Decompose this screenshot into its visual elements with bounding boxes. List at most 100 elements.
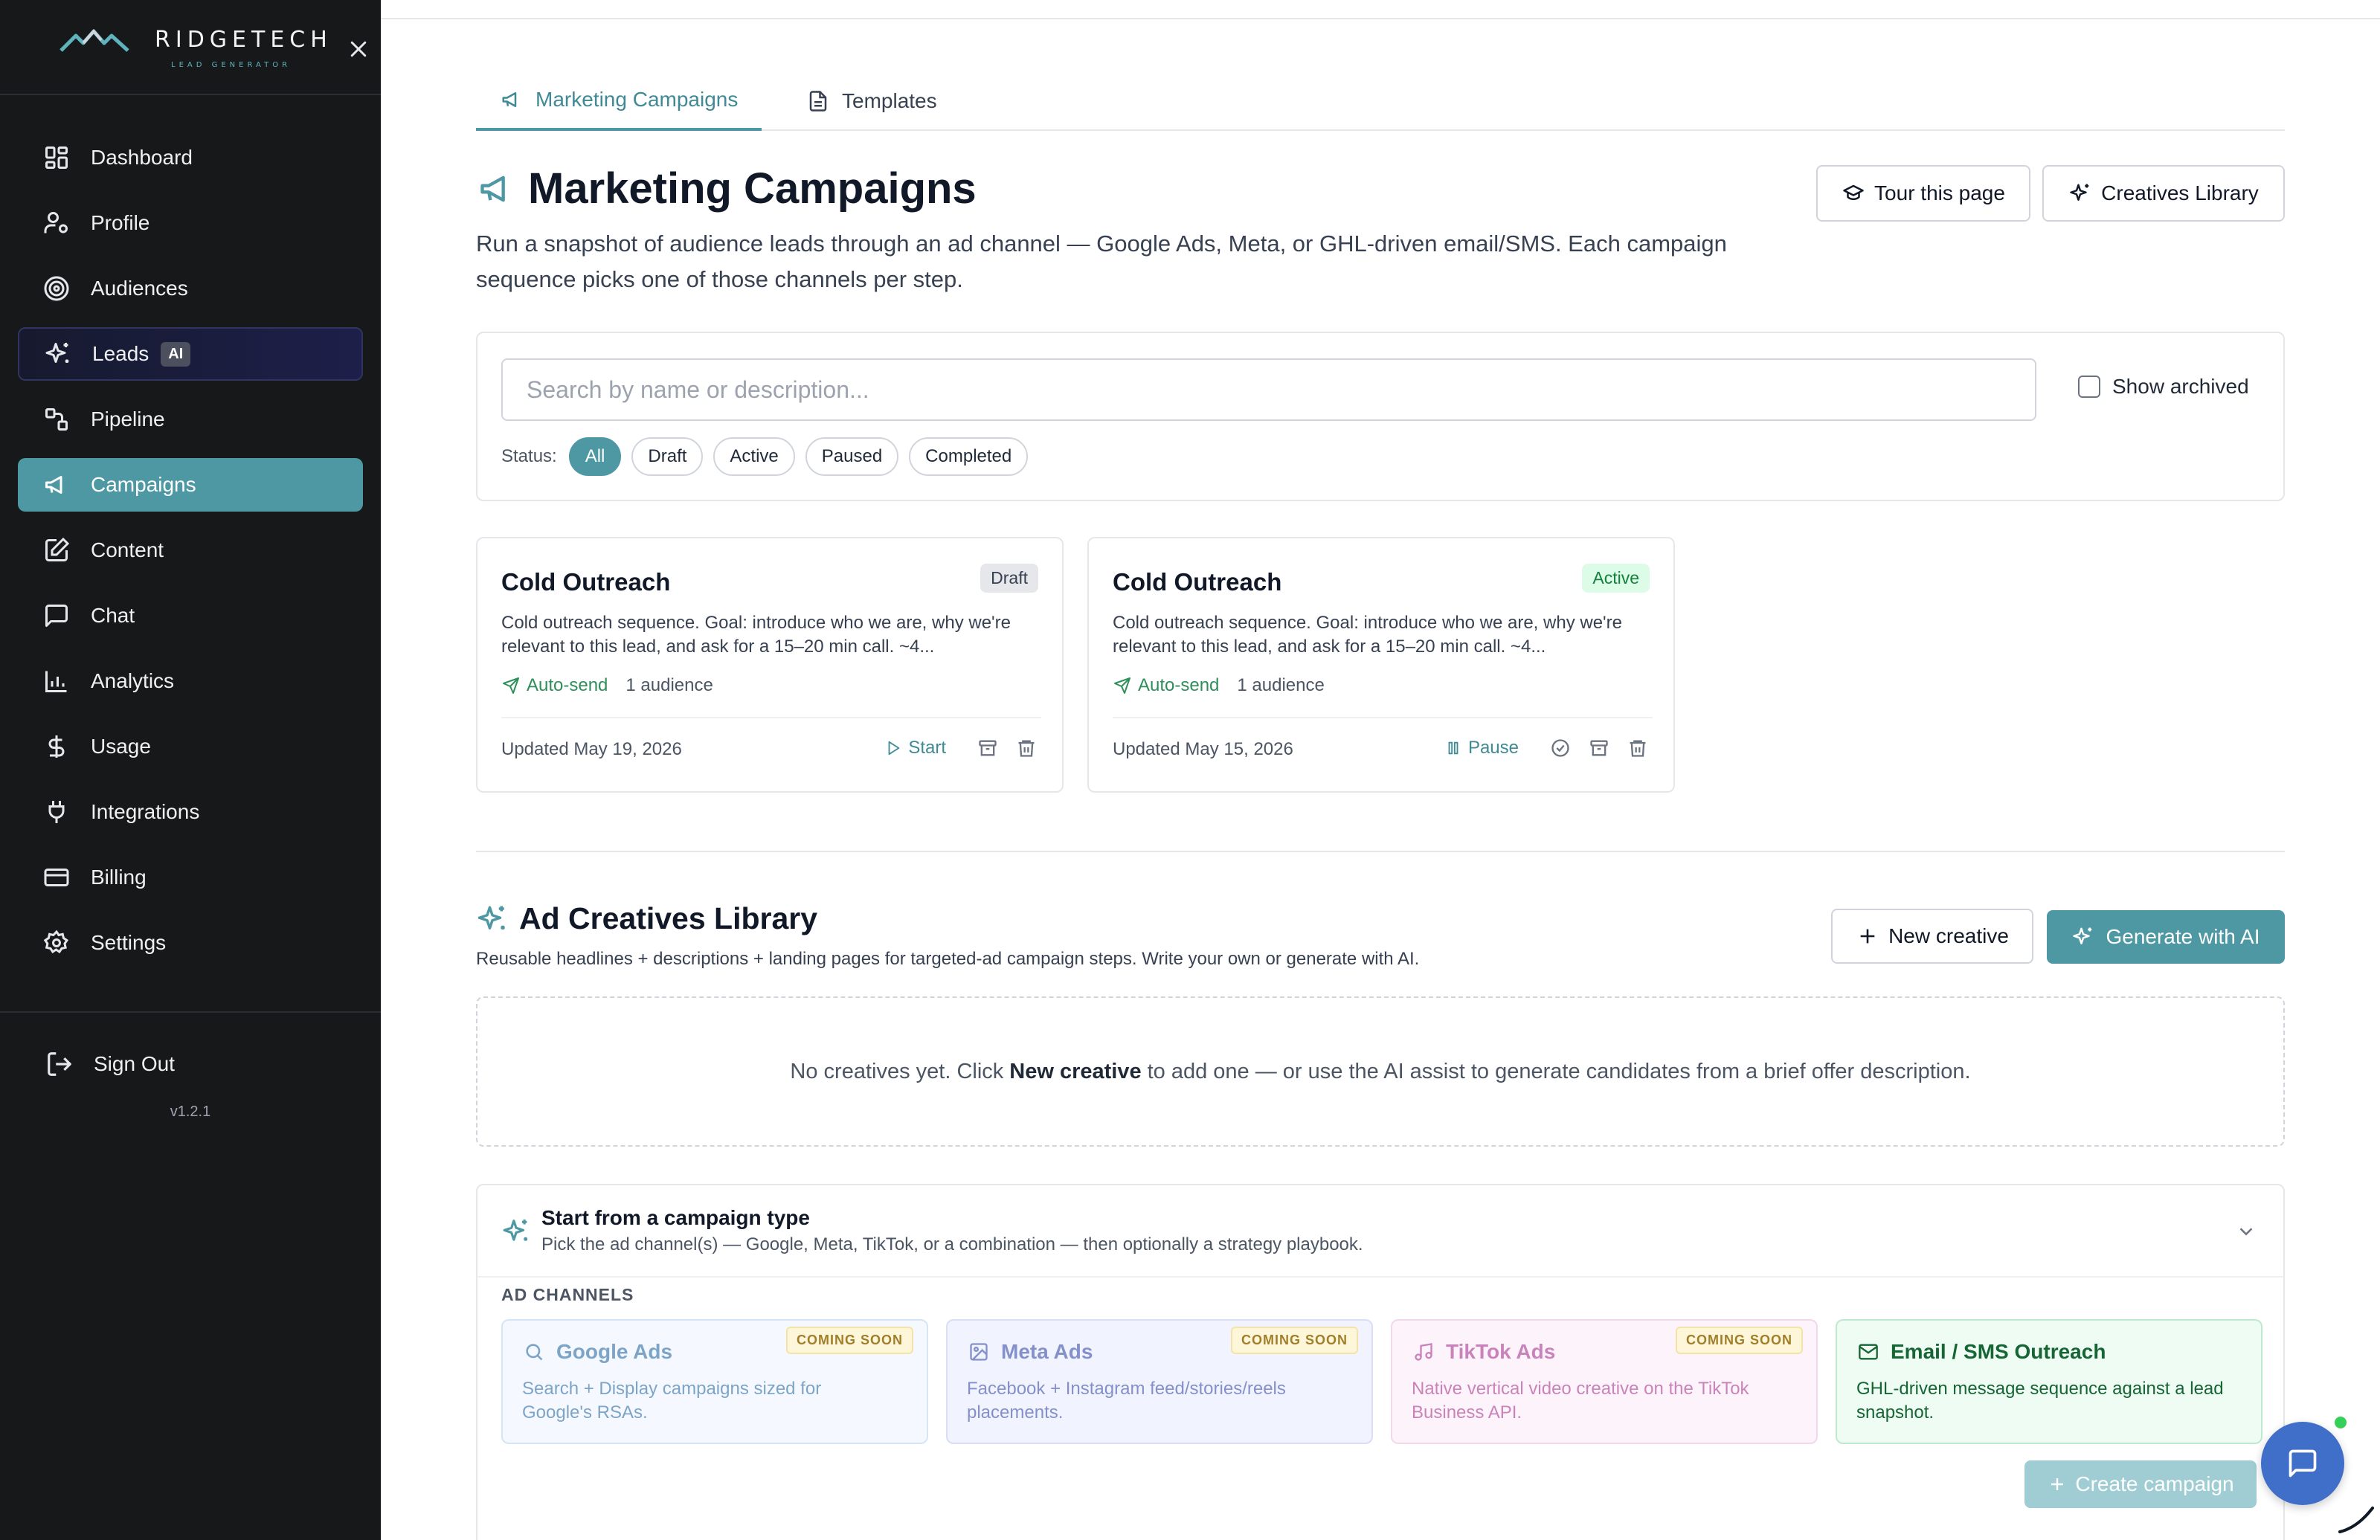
status-chip-all[interactable]: All — [568, 437, 622, 476]
sidebar-item-label: Campaigns — [91, 473, 196, 496]
page-tabs: Marketing Campaigns Templates — [476, 71, 2285, 131]
tour-page-label: Tour this page — [1874, 181, 2005, 204]
channel-card-email-sms[interactable]: Email / SMS Outreach GHL-driven message … — [1836, 1319, 2262, 1444]
auto-send-indicator: Auto-send — [1113, 675, 1219, 696]
creatives-library-button[interactable]: Creatives Library — [2042, 165, 2285, 222]
show-archived-checkbox[interactable] — [2078, 376, 2100, 398]
close-sidebar-icon[interactable] — [344, 34, 373, 64]
create-campaign-label: Create campaign — [2075, 1472, 2234, 1495]
new-creative-button[interactable]: New creative — [1831, 909, 2033, 964]
sparkles-icon — [501, 1217, 531, 1246]
status-chip-paused[interactable]: Paused — [805, 437, 899, 476]
sidebar-item-label: Chat — [91, 604, 135, 627]
campaign-title: Cold Outreach — [501, 568, 671, 596]
sidebar-item-settings[interactable]: Settings — [18, 916, 363, 970]
search-icon — [522, 1340, 546, 1364]
tab-label: Templates — [842, 89, 937, 112]
updated-date: Updated May 19, 2026 — [501, 739, 682, 759]
archive-icon[interactable] — [976, 736, 1000, 760]
complete-check-icon[interactable] — [1548, 736, 1572, 760]
sidebar-item-label: Content — [91, 538, 164, 561]
sidebar-item-audiences[interactable]: Audiences — [18, 262, 363, 315]
brand-name: RIDGETECH — [155, 27, 332, 53]
coming-soon-badge: COMING SOON — [1230, 1327, 1358, 1354]
channel-title: Google Ads — [522, 1340, 672, 1364]
chevron-down-icon[interactable] — [2233, 1218, 2260, 1245]
status-badge: Active — [1582, 564, 1650, 593]
bar-chart-icon — [42, 666, 71, 696]
section-divider — [476, 851, 2285, 852]
creatives-library-heading: Ad Creatives Library — [476, 901, 817, 936]
brand-tagline: LEAD GENERATOR — [171, 61, 292, 69]
status-chip-completed[interactable]: Completed — [909, 437, 1029, 476]
campaign-card[interactable]: Cold Outreach Draft Cold outreach sequen… — [476, 537, 1064, 793]
channel-name: Meta Ads — [1001, 1340, 1093, 1363]
search-input[interactable]: Search by name or description... — [501, 358, 2036, 421]
document-icon — [806, 89, 830, 113]
ad-channels-label: AD CHANNELS — [501, 1285, 634, 1304]
audience-count: 1 audience — [1237, 675, 1325, 695]
tab-templates[interactable]: Templates — [806, 71, 937, 131]
campaign-card[interactable]: Cold Outreach Active Cold outreach seque… — [1087, 537, 1675, 793]
sidebar-item-analytics[interactable]: Analytics — [18, 654, 363, 708]
sidebar-item-profile[interactable]: Profile — [18, 196, 363, 250]
creatives-library-description: Reusable headlines + descriptions + land… — [476, 949, 1420, 969]
pipeline-icon — [42, 405, 71, 434]
sidebar-item-chat[interactable]: Chat — [18, 589, 363, 642]
sidebar-item-billing[interactable]: Billing — [18, 851, 363, 904]
dollar-icon — [42, 732, 71, 761]
tab-marketing-campaigns[interactable]: Marketing Campaigns — [476, 71, 762, 131]
create-campaign-button[interactable]: Create campaign — [2024, 1460, 2257, 1508]
plus-icon — [1856, 924, 1879, 948]
gear-icon — [42, 928, 71, 958]
chat-launcher-button[interactable] — [2261, 1422, 2344, 1505]
megaphone-icon — [500, 88, 524, 112]
archive-icon[interactable] — [1587, 736, 1611, 760]
sidebar-item-content[interactable]: Content — [18, 523, 363, 577]
sidebar-item-campaigns[interactable]: Campaigns — [18, 458, 363, 512]
online-status-dot — [2332, 1414, 2349, 1431]
campaign-actions: Start — [884, 736, 1038, 760]
sign-out-button[interactable]: Sign Out — [43, 1044, 175, 1084]
target-icon — [42, 274, 71, 303]
sidebar-item-label: Usage — [91, 735, 151, 758]
channel-description: Native vertical video creative on the Ti… — [1412, 1379, 1749, 1423]
trash-icon[interactable] — [1014, 736, 1038, 760]
creatives-empty-state: No creatives yet. Click New creative to … — [476, 996, 2285, 1147]
show-archived-label: Show archived — [2112, 375, 2249, 398]
sidebar-item-pipeline[interactable]: Pipeline — [18, 393, 363, 446]
empty-state-prefix: No creatives yet. Click — [790, 1059, 1004, 1083]
channel-name: Google Ads — [556, 1340, 673, 1363]
filter-panel: Search by name or description... Show ar… — [476, 332, 2285, 501]
tour-page-button[interactable]: Tour this page — [1816, 165, 2030, 222]
sparkles-icon — [2071, 925, 2095, 949]
coming-soon-badge: COMING SOON — [785, 1327, 913, 1354]
trash-icon[interactable] — [1626, 736, 1650, 760]
page-description: Run a snapshot of audience leads through… — [476, 231, 1727, 292]
generate-with-ai-button[interactable]: Generate with AI — [2047, 910, 2285, 964]
auto-send-label: Auto-send — [1138, 675, 1220, 695]
creatives-library-title: Ad Creatives Library — [519, 901, 818, 935]
new-creative-label: New creative — [1888, 924, 2009, 947]
channel-card-google-ads[interactable]: Google Ads Search + Display campaigns si… — [501, 1319, 928, 1444]
channel-card-meta-ads[interactable]: Meta Ads Facebook + Instagram feed/stori… — [946, 1319, 1373, 1444]
sidebar-item-leads[interactable]: Leads AI — [18, 327, 363, 381]
sidebar-item-usage[interactable]: Usage — [18, 720, 363, 773]
campaign-description: Cold outreach sequence. Goal: introduce … — [501, 613, 1011, 657]
plus-icon — [2047, 1474, 2068, 1495]
show-archived-toggle[interactable]: Show archived — [2078, 375, 2249, 399]
empty-state-link: New creative — [1009, 1059, 1142, 1083]
sidebar-item-label: Pipeline — [91, 407, 165, 431]
card-divider — [1113, 717, 1653, 718]
pause-button[interactable]: Pause — [1444, 738, 1519, 758]
megaphone-icon — [476, 168, 518, 210]
sidebar-divider — [0, 1011, 381, 1013]
status-chip-active[interactable]: Active — [713, 437, 795, 476]
search-placeholder: Search by name or description... — [527, 376, 869, 403]
campaign-type-header[interactable]: Start from a campaign type Pick the ad c… — [477, 1185, 2283, 1278]
sidebar-item-integrations[interactable]: Integrations — [18, 785, 363, 839]
sidebar-item-dashboard[interactable]: Dashboard — [18, 131, 363, 184]
channel-card-tiktok-ads[interactable]: TikTok Ads Native vertical video creativ… — [1391, 1319, 1818, 1444]
start-button[interactable]: Start — [884, 738, 946, 758]
status-chip-draft[interactable]: Draft — [631, 437, 704, 476]
